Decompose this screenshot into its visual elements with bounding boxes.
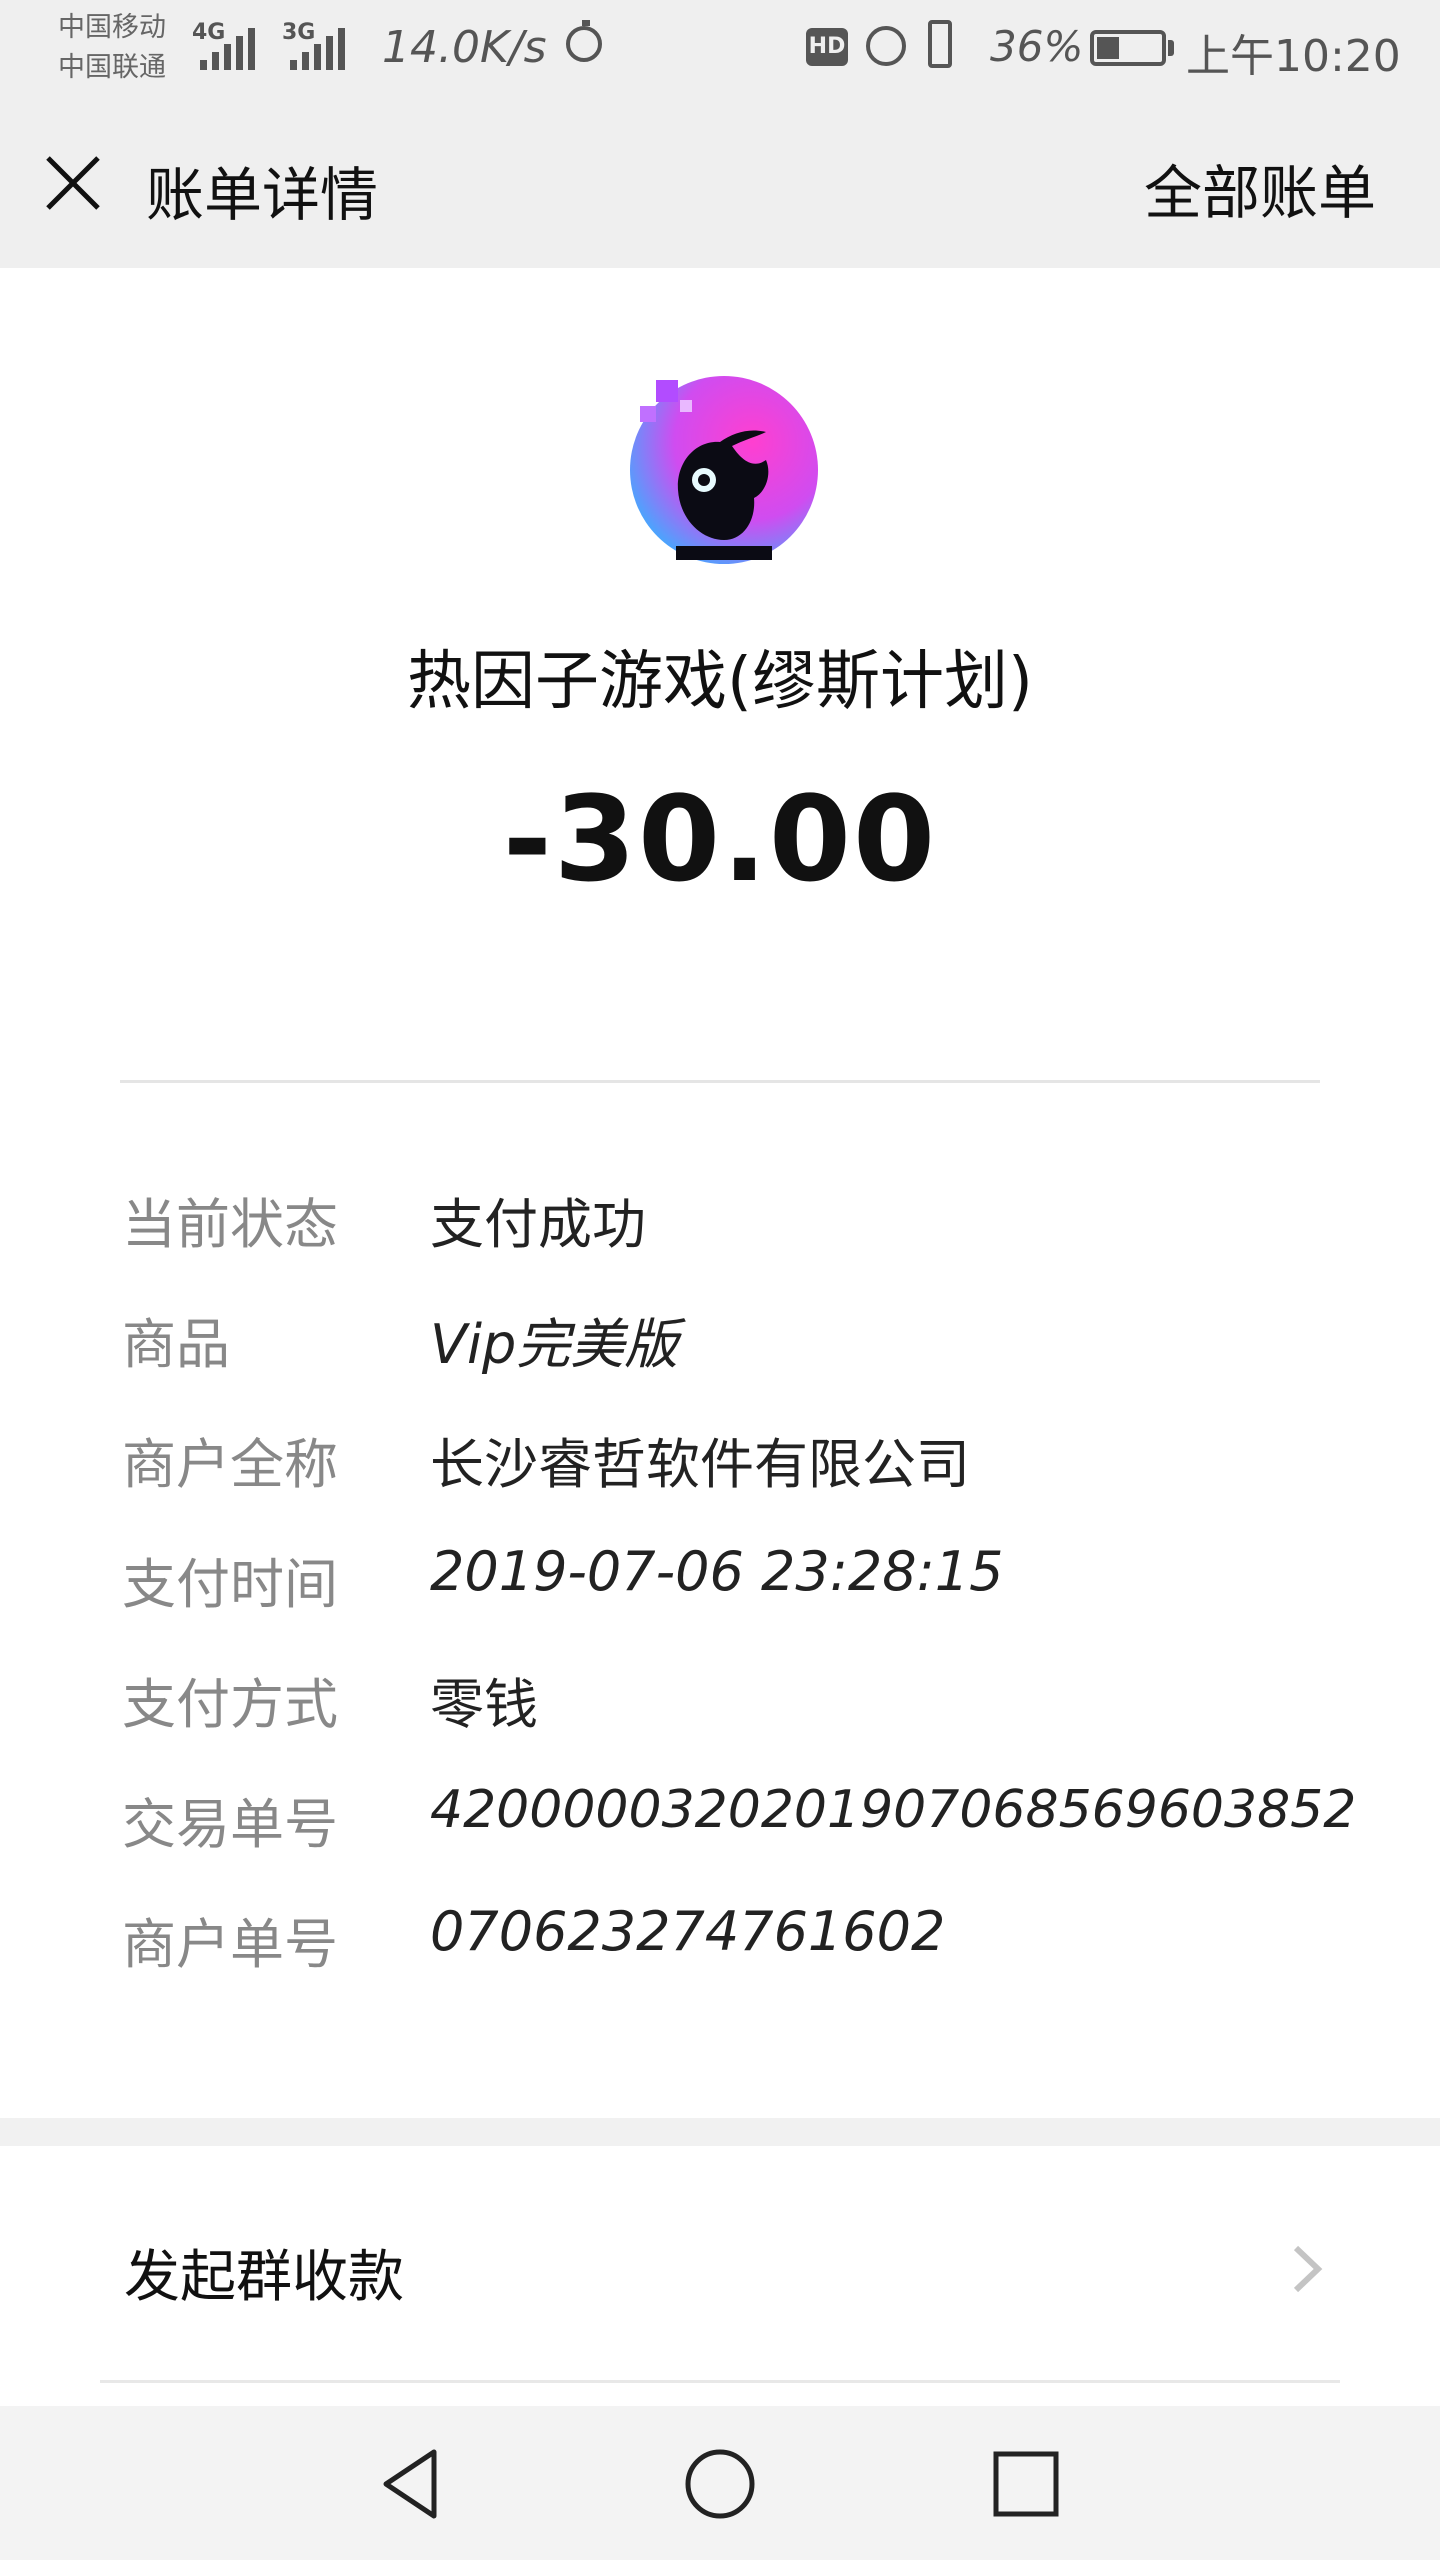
page-title: 账单详情 xyxy=(146,161,379,229)
detail-row-merchant-full-name: 商户全称 长沙睿哲软件有限公司 xyxy=(122,1420,1362,1496)
home-button[interactable] xyxy=(680,2444,760,2524)
detail-value: 070623274761602 xyxy=(430,1900,946,1963)
detail-value: 长沙睿哲软件有限公司 xyxy=(430,1433,970,1496)
status-bar: 中国移动 中国联通 4G 3G 14.0K/s HD 36% 上午10:20 xyxy=(0,0,1440,100)
carrier-2: 中国联通 xyxy=(58,52,166,83)
battery-tip xyxy=(1168,40,1174,56)
detail-label: 商户单号 xyxy=(122,1913,338,1976)
recents-square-icon xyxy=(993,2451,1059,2517)
detail-value: 零钱 xyxy=(430,1673,538,1736)
detail-row-pay-method: 支付方式 零钱 xyxy=(122,1660,1362,1736)
detail-value: Vip完美版 xyxy=(430,1313,679,1376)
merchant-avatar xyxy=(616,370,824,578)
carrier-labels: 中国移动 中国联通 xyxy=(58,8,166,88)
group-collect-button[interactable]: 发起群收款 xyxy=(0,2146,1440,2382)
battery-icon xyxy=(1090,30,1166,66)
battery-percent: 36% xyxy=(990,22,1084,71)
stopwatch-icon xyxy=(566,20,602,62)
section-separator xyxy=(0,2118,1440,2146)
close-icon xyxy=(46,156,100,210)
back-triangle-icon xyxy=(383,2449,437,2519)
signal-3g-label: 3G xyxy=(282,20,316,45)
detail-value: 支付成功 xyxy=(430,1193,646,1256)
back-button[interactable] xyxy=(372,2444,452,2524)
close-button[interactable] xyxy=(40,150,106,216)
all-bills-link[interactable]: 全部账单 xyxy=(1144,146,1376,230)
home-circle-icon xyxy=(685,2449,755,2519)
signal-4g-label: 4G xyxy=(192,20,226,45)
status-clock: 上午10:20 xyxy=(1186,31,1401,82)
signal-4g-icon: 4G xyxy=(192,20,262,70)
detail-label: 商品 xyxy=(122,1313,230,1376)
signal-3g-icon: 3G xyxy=(282,20,352,70)
vibrate-icon xyxy=(928,20,952,68)
hd-icon: HD xyxy=(806,28,848,66)
detail-label: 当前状态 xyxy=(122,1193,338,1256)
detail-value: 2019-07-06 23:28:15 xyxy=(430,1540,1004,1603)
merchant-name: 热因子游戏(缪斯计划) xyxy=(407,645,1033,719)
carrier-1: 中国移动 xyxy=(58,12,166,43)
detail-row-merchant-order-id: 商户单号 070623274761602 xyxy=(122,1900,1362,1976)
chevron-right-icon xyxy=(1293,2245,1323,2293)
system-navigation-bar xyxy=(0,2406,1440,2560)
network-speed: 14.0K/s xyxy=(382,22,547,73)
detail-label: 支付时间 xyxy=(122,1553,338,1616)
detail-row-transaction-id: 交易单号 4200000320201907068569603852 xyxy=(122,1780,1362,1856)
detail-label: 交易单号 xyxy=(122,1793,338,1856)
detail-row-product: 商品 Vip完美版 xyxy=(122,1300,1362,1376)
detail-row-pay-time: 支付时间 2019-07-06 23:28:15 xyxy=(122,1540,1362,1616)
detail-label: 商户全称 xyxy=(122,1433,338,1496)
detail-row-status: 当前状态 支付成功 xyxy=(122,1180,1362,1256)
recents-button[interactable] xyxy=(986,2444,1066,2524)
detail-value: 4200000320201907068569603852 xyxy=(430,1780,1357,1840)
divider xyxy=(120,1080,1320,1083)
detail-label: 支付方式 xyxy=(122,1673,338,1736)
battery-fill xyxy=(1097,37,1119,59)
group-collect-label: 发起群收款 xyxy=(124,2245,404,2310)
divider xyxy=(100,2380,1340,2383)
transaction-amount: -30.00 xyxy=(502,770,938,908)
alarm-icon xyxy=(866,26,906,66)
